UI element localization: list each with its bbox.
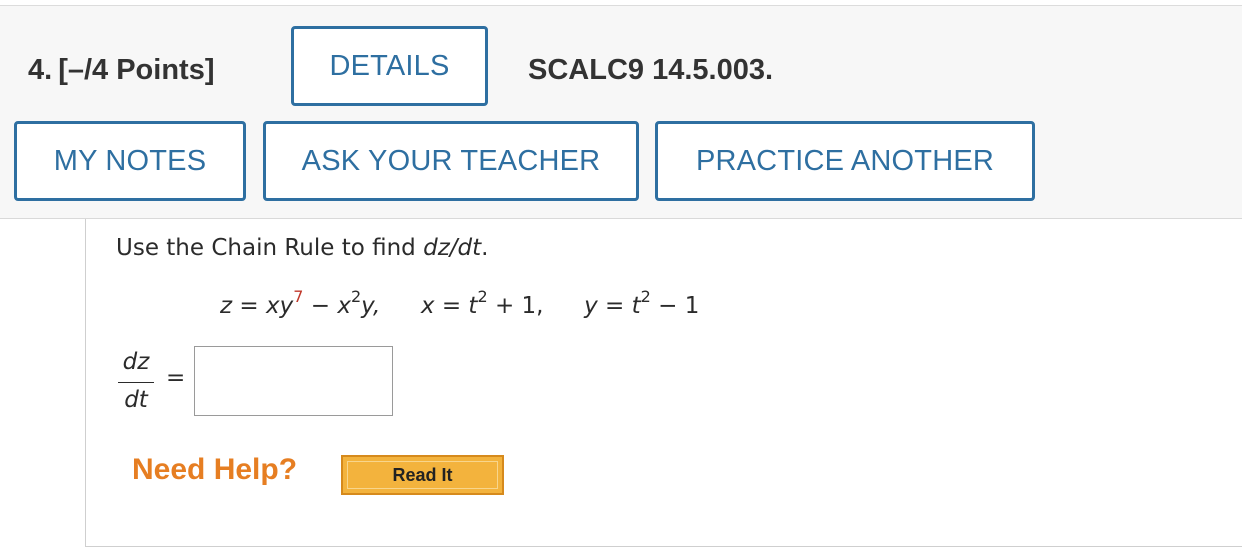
practice-another-button[interactable]: PRACTICE ANOTHER bbox=[655, 121, 1035, 201]
problem-code: SCALC9 14.5.003. bbox=[528, 54, 774, 86]
instruction-prefix: Use the Chain Rule to find bbox=[116, 235, 424, 261]
details-button[interactable]: DETAILS bbox=[291, 26, 488, 106]
eq-equals: = bbox=[441, 293, 462, 319]
derivative-fraction: dz dt bbox=[118, 349, 154, 413]
answer-equals-sign: = bbox=[166, 365, 186, 391]
eq-minus: − bbox=[310, 293, 330, 319]
question-heading: 4. [–/4 Points] bbox=[28, 54, 215, 87]
eq-equals: = bbox=[605, 293, 625, 319]
read-it-label: Read It bbox=[347, 461, 498, 489]
my-notes-button[interactable]: MY NOTES bbox=[14, 121, 246, 201]
eq-exponent-2: 2 bbox=[350, 287, 362, 306]
eq-exponent-2: 2 bbox=[640, 287, 651, 306]
eq-x: x bbox=[337, 293, 351, 319]
question-number: 4. bbox=[28, 54, 53, 86]
fraction-denominator: dt bbox=[124, 387, 148, 413]
eq-z-var: z bbox=[220, 293, 233, 319]
instruction-target: dz/dt bbox=[423, 235, 482, 261]
eq-y-var: y bbox=[584, 293, 598, 319]
instruction-suffix: . bbox=[481, 235, 489, 261]
ask-your-teacher-button[interactable]: ASK YOUR TEACHER bbox=[263, 121, 639, 201]
eq-exponent-2: 2 bbox=[477, 287, 488, 306]
fraction-bar bbox=[118, 382, 154, 383]
question-header: 4. [–/4 Points] DETAILS SCALC9 14.5.003. … bbox=[0, 6, 1242, 219]
eq-xy: xy bbox=[265, 293, 294, 319]
fraction-numerator: dz bbox=[122, 349, 150, 375]
need-help-label: Need Help? bbox=[132, 453, 298, 486]
eq-exponent-7: 7 bbox=[293, 287, 304, 306]
answer-input[interactable] bbox=[194, 346, 393, 416]
eq-minus-one: − 1 bbox=[658, 293, 700, 319]
eq-y: y, bbox=[361, 293, 381, 319]
question-body: Use the Chain Rule to find dz/dt. z = xy… bbox=[85, 219, 1242, 547]
eq-t: t bbox=[631, 293, 641, 319]
instruction-text: Use the Chain Rule to find dz/dt. bbox=[116, 235, 488, 261]
read-it-button[interactable]: Read It bbox=[341, 455, 504, 495]
points-label: [–/4 Points] bbox=[58, 54, 215, 86]
given-equations: z = xy7 − x2y, x = t2 + 1, y = t2 − 1 bbox=[220, 287, 700, 319]
eq-plus-one: + 1, bbox=[494, 293, 544, 319]
eq-equals: = bbox=[239, 293, 259, 319]
eq-x-var: x bbox=[420, 293, 435, 319]
